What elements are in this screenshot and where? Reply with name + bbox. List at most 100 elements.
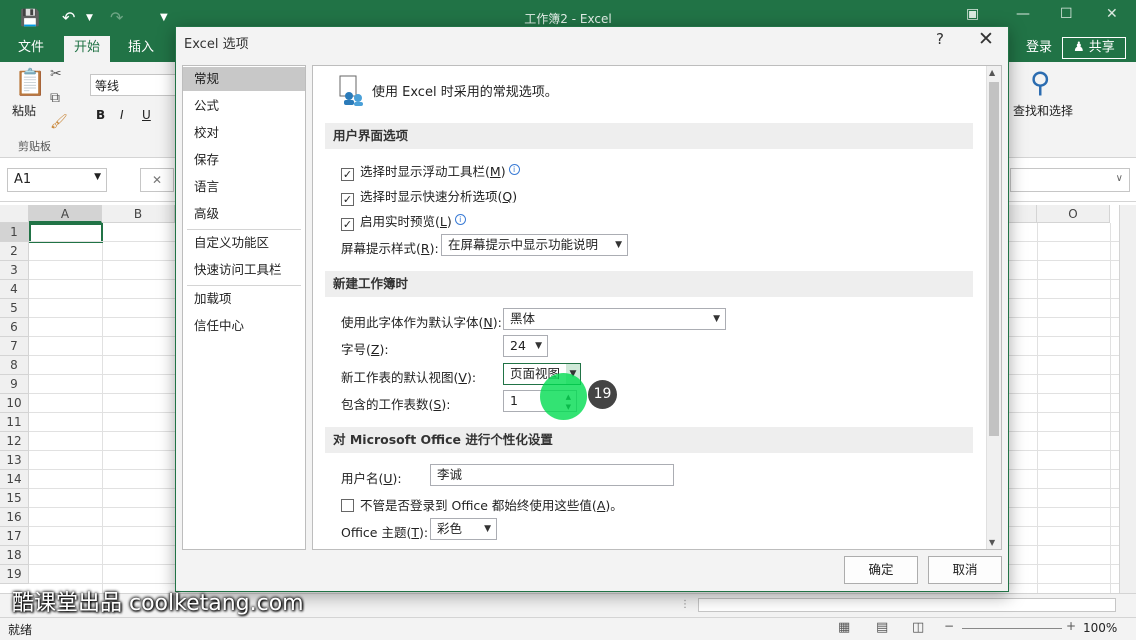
nav-customize-ribbon[interactable]: 自定义功能区: [183, 231, 305, 255]
tooltip-style-text: 屏幕提示样式(: [341, 241, 421, 256]
nav-language[interactable]: 语言: [183, 175, 305, 199]
font-name-box[interactable]: 等线: [90, 74, 176, 96]
find-select-button[interactable]: 查找和选择: [1013, 102, 1073, 119]
live-preview-option[interactable]: ✓ 启用实时预览(L) i: [341, 211, 466, 231]
row-header[interactable]: 17: [0, 527, 29, 546]
row-header[interactable]: 6: [0, 318, 29, 337]
row-header[interactable]: 13: [0, 451, 29, 470]
page-break-icon[interactable]: ◫: [912, 620, 924, 635]
mini-toolbar-checkbox[interactable]: ✓: [341, 168, 354, 181]
help-button[interactable]: ?: [936, 30, 944, 48]
paste-icon[interactable]: 📋: [14, 68, 46, 98]
expand-formula-icon[interactable]: ∨: [1116, 173, 1123, 184]
tooltip-style-key: R: [420, 241, 430, 256]
paste-label[interactable]: 粘贴: [12, 102, 36, 119]
row-header[interactable]: 7: [0, 337, 29, 356]
page-layout-icon[interactable]: ▤: [876, 620, 888, 635]
search-icon[interactable]: ⚲: [1030, 66, 1051, 99]
office-theme-select[interactable]: 彩色 ▼: [430, 518, 497, 540]
underline-button[interactable]: U: [142, 108, 151, 122]
column-header-a[interactable]: A: [29, 205, 102, 223]
info-icon[interactable]: i: [454, 214, 466, 225]
more-options-icon[interactable]: ⋮: [680, 599, 690, 610]
nav-formulas[interactable]: 公式: [183, 94, 305, 118]
row-header[interactable]: 3: [0, 261, 29, 280]
formula-input[interactable]: ∨: [1010, 168, 1130, 192]
mini-toolbar-option[interactable]: ✓ 选择时显示浮动工具栏(M) i: [341, 161, 520, 181]
scroll-down-icon[interactable]: ▼: [989, 538, 995, 547]
always-use-checkbox[interactable]: [341, 499, 354, 512]
ribbon-display-icon[interactable]: ▣: [966, 6, 979, 22]
copy-icon[interactable]: ⧉: [50, 90, 60, 106]
zoom-level[interactable]: 100%: [1083, 621, 1117, 635]
row-header[interactable]: 15: [0, 489, 29, 508]
select-all-corner[interactable]: [0, 205, 29, 223]
live-preview-label: 启用实时预览(: [360, 214, 440, 229]
row-header[interactable]: 1: [0, 223, 29, 242]
cancel-entry-icon[interactable]: ✕: [140, 168, 174, 192]
row-header[interactable]: 9: [0, 375, 29, 394]
nav-general[interactable]: 常规: [183, 67, 305, 91]
always-use-label: 不管是否登录到 Office 都始终使用这些值(: [360, 498, 597, 513]
row-header[interactable]: 14: [0, 470, 29, 489]
zoom-in-icon[interactable]: +: [1066, 619, 1076, 633]
italic-button[interactable]: I: [120, 108, 124, 122]
nav-trust-center[interactable]: 信任中心: [183, 314, 305, 338]
default-view-text: 新工作表的默认视图(: [341, 370, 459, 385]
zoom-slider[interactable]: [962, 628, 1062, 629]
normal-view-icon[interactable]: ▦: [838, 620, 850, 635]
active-cell-a1[interactable]: [29, 223, 103, 243]
scroll-up-icon[interactable]: ▲: [989, 68, 995, 77]
quick-analysis-option[interactable]: ✓ 选择时显示快速分析选项(Q): [341, 186, 517, 206]
font-size-select[interactable]: 24 ▼: [503, 335, 548, 357]
nav-addins[interactable]: 加载项: [183, 287, 305, 311]
row-header[interactable]: 8: [0, 356, 29, 375]
options-scrollbar[interactable]: ▲ ▼: [986, 66, 1001, 549]
nav-quick-access-toolbar[interactable]: 快速访问工具栏: [183, 258, 305, 282]
name-box[interactable]: A1 ▼: [7, 168, 107, 192]
bold-button[interactable]: B: [96, 108, 105, 122]
nav-advanced[interactable]: 高级: [183, 202, 305, 226]
maximize-icon[interactable]: ☐: [1060, 6, 1073, 22]
chevron-down-icon[interactable]: ▼: [94, 172, 101, 182]
dialog-close-button[interactable]: ✕: [978, 28, 994, 50]
share-button[interactable]: ♟ 共享: [1062, 37, 1126, 59]
row-header[interactable]: 4: [0, 280, 29, 299]
close-window-icon[interactable]: ✕: [1106, 6, 1118, 22]
row-header[interactable]: 5: [0, 299, 29, 318]
nav-proofing[interactable]: 校对: [183, 121, 305, 145]
scroll-thumb[interactable]: [989, 82, 999, 436]
row-header[interactable]: 16: [0, 508, 29, 527]
tab-insert[interactable]: 插入: [118, 36, 164, 62]
default-font-select[interactable]: 黑体 ▼: [503, 308, 726, 330]
horizontal-scrollbar[interactable]: [698, 598, 1116, 612]
column-header-n[interactable]: [1009, 205, 1037, 223]
minimize-icon[interactable]: —: [1016, 6, 1030, 22]
row-header[interactable]: 10: [0, 394, 29, 413]
row-header[interactable]: 12: [0, 432, 29, 451]
column-header-o[interactable]: O: [1037, 205, 1110, 223]
quick-analysis-checkbox[interactable]: ✓: [341, 193, 354, 206]
cancel-button[interactable]: 取消: [928, 556, 1002, 584]
dialog-title: Excel 选项: [184, 37, 249, 52]
section-new-workbook: 新建工作簿时: [325, 271, 973, 297]
vertical-scrollbar[interactable]: [1119, 205, 1136, 595]
row-header[interactable]: 2: [0, 242, 29, 261]
row-header[interactable]: 19: [0, 565, 29, 584]
ok-button[interactable]: 确定: [844, 556, 918, 584]
tab-file[interactable]: 文件: [8, 36, 54, 62]
login-link[interactable]: 登录: [1016, 36, 1062, 62]
info-icon[interactable]: i: [508, 164, 520, 175]
tooltip-style-select[interactable]: 在屏幕提示中显示功能说明 ▼: [441, 234, 628, 256]
format-painter-icon[interactable]: 🖌: [50, 114, 68, 130]
cut-icon[interactable]: ✂: [50, 66, 62, 82]
username-input[interactable]: 李诚: [430, 464, 674, 486]
row-header[interactable]: 18: [0, 546, 29, 565]
tab-home[interactable]: 开始: [64, 36, 111, 62]
nav-save[interactable]: 保存: [183, 148, 305, 172]
column-header-b[interactable]: B: [102, 205, 175, 223]
always-use-option[interactable]: 不管是否登录到 Office 都始终使用这些值(A)。: [341, 495, 623, 514]
zoom-out-icon[interactable]: −: [944, 619, 954, 633]
live-preview-checkbox[interactable]: ✓: [341, 218, 354, 231]
row-header[interactable]: 11: [0, 413, 29, 432]
